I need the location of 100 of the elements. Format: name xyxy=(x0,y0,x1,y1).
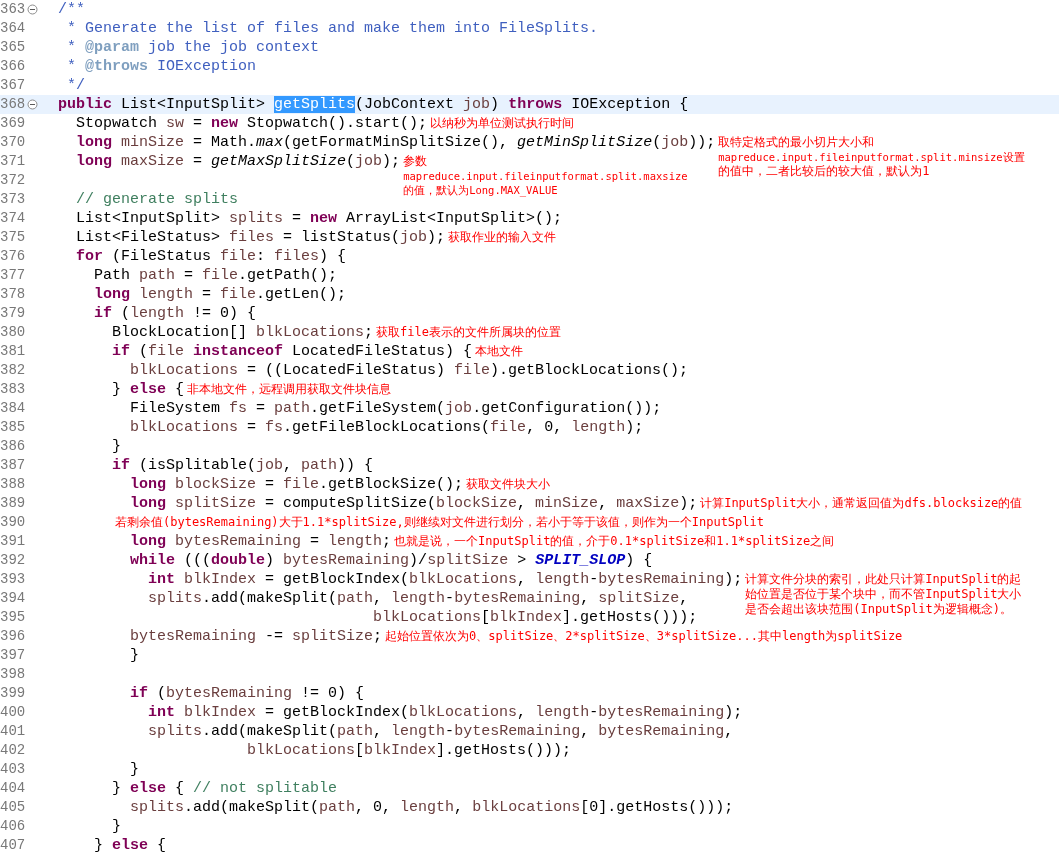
line-number: 393 xyxy=(0,570,26,589)
line-number: 386 xyxy=(0,437,26,456)
annotation-note: 获取file表示的文件所属块的位置 xyxy=(376,325,561,340)
line-number: 400 xyxy=(0,703,26,722)
line-number: 401 xyxy=(0,722,26,741)
line-number: 368 xyxy=(0,95,26,114)
code-line: FileSystem fs = path.getFileSystem(job.getConfiguration()); xyxy=(129,399,662,418)
code-line: long maxSize = getMaxSplitSize(job); xyxy=(75,152,401,171)
code-line: * @throws IOException xyxy=(66,57,257,76)
line-number: 383 xyxy=(0,380,26,399)
line-number: 391 xyxy=(0,532,26,551)
annotation-note: 以纳秒为单位测试执行时间 xyxy=(430,116,575,131)
line-number: 364 xyxy=(0,19,26,38)
line-number: 366 xyxy=(0,57,26,76)
line-number: 402 xyxy=(0,741,26,760)
line-number: 392 xyxy=(0,551,26,570)
line-number: 385 xyxy=(0,418,26,437)
line-number: 363 xyxy=(0,0,26,19)
line-number: 384 xyxy=(0,399,26,418)
line-number: 398 xyxy=(0,665,26,684)
line-number: 377 xyxy=(0,266,26,285)
line-number: 376 xyxy=(0,247,26,266)
code-line: while (((double) bytesRemaining)/splitSize > SPLIT_SLOP) { xyxy=(129,551,653,570)
line-number: 404 xyxy=(0,779,26,798)
collapse-icon[interactable] xyxy=(27,99,38,110)
code-line: if (file instanceof LocatedFileStatus) { xyxy=(111,342,473,361)
code-line: List<InputSplit> splits = new ArrayList<InputSplit>(); xyxy=(75,209,563,228)
code-line: if (bytesRemaining != 0) { xyxy=(129,684,365,703)
annotation-note: 获取作业的输入文件 xyxy=(448,230,557,245)
line-number: 397 xyxy=(0,646,26,665)
code-line: for (FileStatus file: files) { xyxy=(75,247,347,266)
line-number: 371 xyxy=(0,152,26,171)
code-line: blkLocations = ((LocatedFileStatus) file).getBlockLocations(); xyxy=(129,361,689,380)
line-number: 407 xyxy=(0,836,26,855)
code-line: blkLocations[blkIndex].getHosts())); xyxy=(372,608,698,627)
line-number: 370 xyxy=(0,133,26,152)
code-line: * Generate the list of files and make them into FileSplits. xyxy=(66,19,599,38)
line-number: 396 xyxy=(0,627,26,646)
code-line: BlockLocation[] blkLocations; xyxy=(111,323,374,342)
line-number: 387 xyxy=(0,456,26,475)
code-line: Path path = file.getPath(); xyxy=(93,266,338,285)
line-number: 406 xyxy=(0,817,26,836)
line-number: 365 xyxy=(0,38,26,57)
annotation-note: 若剩余值(bytesRemaining)大于1.1*splitSize,则继续对文件进行划分，若小于等于该值，则作为一个InputSplit xyxy=(115,515,764,530)
line-number: 399 xyxy=(0,684,26,703)
code-line: long bytesRemaining = length; xyxy=(129,532,392,551)
code-line: splits.add(makeSplit(path, length-bytesRemaining, splitSize, xyxy=(147,589,689,608)
code-line: int blkIndex = getBlockIndex(blkLocations, length-bytesRemaining); xyxy=(147,703,743,722)
code-line: long blockSize = file.getBlockSize(); xyxy=(129,475,464,494)
code-line: // generate splits xyxy=(75,190,239,209)
line-number: 373 xyxy=(0,190,26,209)
code-line: List<FileStatus> files = listStatus(job); xyxy=(75,228,446,247)
code-line: splits.add(makeSplit(path, length-bytesRemaining, bytesRemaining, xyxy=(147,722,734,741)
line-number: 367 xyxy=(0,76,26,95)
line-number: 388 xyxy=(0,475,26,494)
code-line: if (length != 0) { xyxy=(93,304,257,323)
line-number: 403 xyxy=(0,760,26,779)
code-line: splits.add(makeSplit(path, 0, length, blkLocations[0].getHosts())); xyxy=(129,798,734,817)
line-number: 375 xyxy=(0,228,26,247)
code-line: } xyxy=(111,817,121,836)
line-number: 369 xyxy=(0,114,26,133)
annotation-note: 也就是说，一个InputSplit的值，介于0.1*splitSize和1.1*splitSize之间 xyxy=(394,534,835,549)
line-number: 394 xyxy=(0,589,26,608)
code-line: public List<InputSplit> getSplits(JobContext job) throws IOException { xyxy=(58,95,689,114)
code-line: */ xyxy=(66,76,85,95)
code-line: } xyxy=(129,646,139,665)
code-line: if (isSplitable(job, path)) { xyxy=(111,456,374,475)
line-number: 379 xyxy=(0,304,26,323)
code-line: bytesRemaining -= splitSize; xyxy=(129,627,383,646)
line-number: 374 xyxy=(0,209,26,228)
annotation-note: 获取文件块大小 xyxy=(466,477,551,492)
line-number: 389 xyxy=(0,494,26,513)
annotation-note: 起始位置依次为0、splitSize、2*splitSize、3*splitSize...其中length为splitSize xyxy=(385,629,903,644)
annotation-note: 计算文件分块的索引，此处只计算InputSplit的起 始位置是否位于某个块中，而不管InputSplit大小 是否会超出该块范围(InputSplit为逻辑概念)。 xyxy=(745,572,1022,617)
code-line: } else { xyxy=(111,380,185,399)
line-number: 372 xyxy=(0,171,26,190)
line-number: 381 xyxy=(0,342,26,361)
annotation-note: 参数 mapreduce.input.fileinputformat.split.maxsize 的值，默认为Long.MAX_VALUE xyxy=(403,154,688,197)
code-line: Stopwatch sw = new Stopwatch().start(); xyxy=(75,114,428,133)
code-line: long minSize = Math.max(getFormatMinSplitSize(), getMinSplitSize(job)); xyxy=(75,133,716,152)
code-line: } else { xyxy=(93,836,167,855)
line-number: 382 xyxy=(0,361,26,380)
line-number: 378 xyxy=(0,285,26,304)
code-line: int blkIndex = getBlockIndex(blkLocations, length-bytesRemaining); xyxy=(147,570,743,589)
code-line: /** xyxy=(58,0,85,19)
annotation-note: 计算InputSplit大小，通常返回值为dfs.blocksize的值 xyxy=(700,496,1023,511)
annotation-note: 本地文件 xyxy=(475,344,524,359)
code-line: blkLocations = fs.getFileBlockLocations(file, 0, length); xyxy=(129,418,644,437)
code-line: } else { // not splitable xyxy=(111,779,338,798)
code-line: } xyxy=(129,760,139,779)
code-line: * @param job the job context xyxy=(66,38,320,57)
collapse-icon[interactable] xyxy=(27,4,38,15)
line-number: 405 xyxy=(0,798,26,817)
annotation-note: 取特定格式的最小切片大小和 mapreduce.input.fileinputformat.split.minsize设置 的值中，二者比较后的较大值，默认为1 xyxy=(718,135,1025,179)
line-number: 390 xyxy=(0,513,26,532)
annotation-note: 非本地文件，远程调用获取文件块信息 xyxy=(187,382,392,397)
code-line: long length = file.getLen(); xyxy=(93,285,347,304)
code-line: } xyxy=(111,437,121,456)
line-number: 380 xyxy=(0,323,26,342)
line-number: 395 xyxy=(0,608,26,627)
